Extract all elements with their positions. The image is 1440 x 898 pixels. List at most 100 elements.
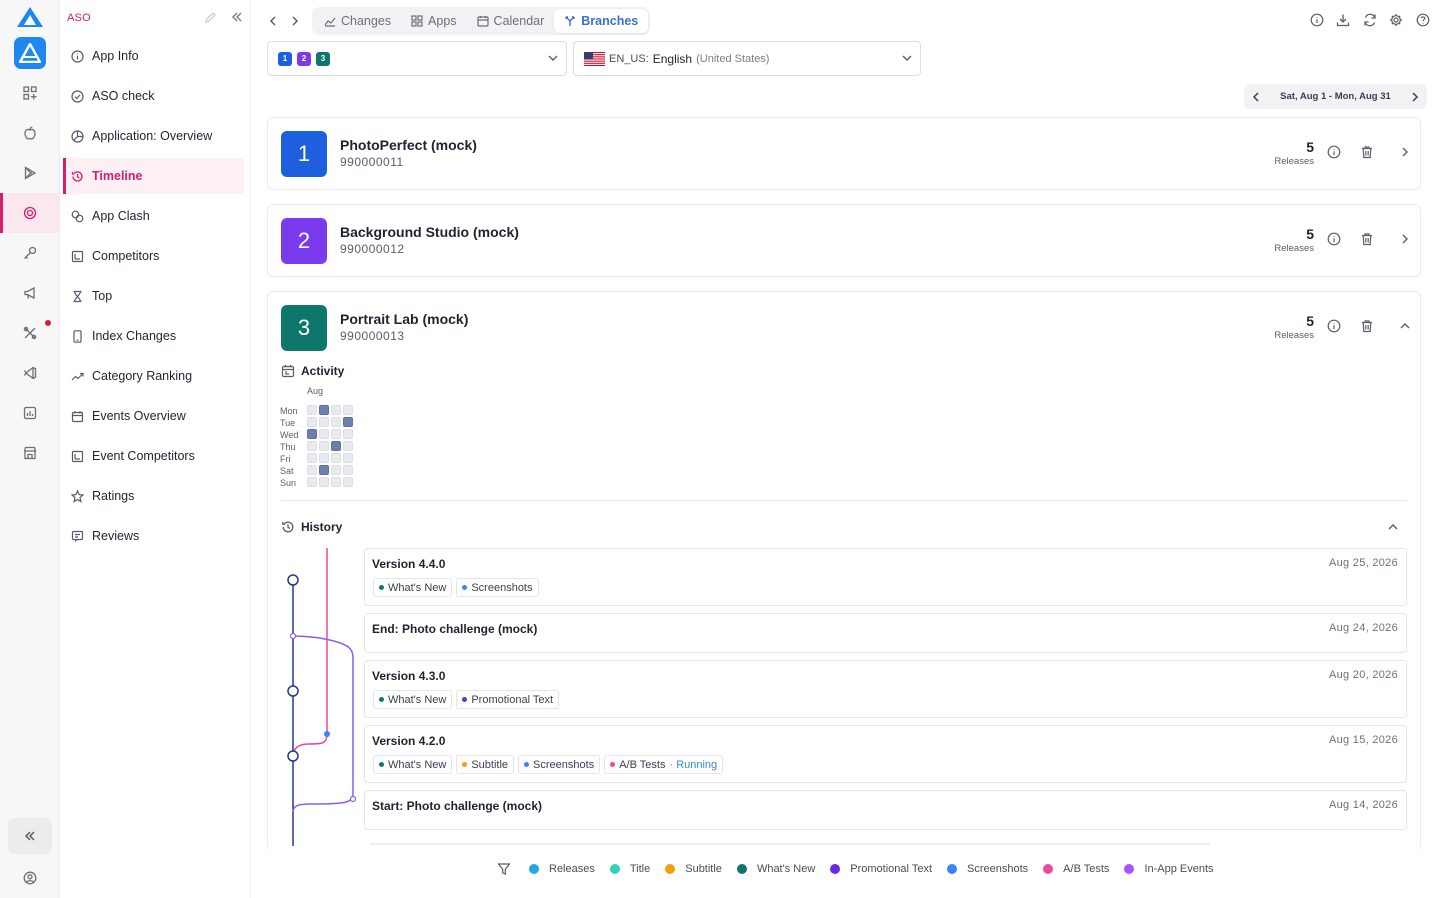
chevron-right-icon[interactable] [1398,145,1412,162]
sidebar-item-application-overview[interactable]: Application: Overview [64,118,240,154]
legend-item[interactable]: Releases [529,863,595,875]
activity-cell[interactable] [307,405,317,415]
activity-cell[interactable] [319,441,329,451]
activity-cell[interactable] [307,441,317,451]
sidebar-item-aso-check[interactable]: ASO check [64,78,240,114]
report-icon[interactable] [20,403,40,423]
legend-item[interactable]: In-App Events [1124,863,1214,875]
settings-gear-icon[interactable] [1383,10,1410,30]
sidebar-item-event-competitors[interactable]: Event Competitors [64,438,240,474]
activity-cell[interactable] [343,441,353,451]
activity-cell[interactable] [343,405,353,415]
activity-cell[interactable] [343,417,353,427]
activity-cell[interactable] [331,405,341,415]
apps-grid-icon[interactable] [20,83,40,103]
info-icon[interactable] [1327,145,1341,162]
sidebar-item-app-info[interactable]: App Info [64,38,240,74]
key-icon[interactable] [20,243,40,263]
download-icon[interactable] [1330,10,1357,30]
next-period-icon[interactable] [1409,91,1421,103]
activity-cell[interactable] [319,405,329,415]
activity-cell[interactable] [307,465,317,475]
tab-branches[interactable]: Branches [554,9,649,33]
history-event[interactable]: Version 4.2.0 Aug 15, 2026 What's New Su… [364,725,1407,783]
tools-icon[interactable] [20,323,40,343]
activity-cell[interactable] [319,429,329,439]
tab-apps[interactable]: Apps [401,9,467,33]
refresh-icon[interactable] [1357,10,1384,30]
back-icon[interactable] [262,9,284,33]
previous-period-icon[interactable] [1250,91,1262,103]
change-tag[interactable]: What's New [373,690,453,709]
activity-cell[interactable] [331,453,341,463]
legend-item[interactable]: Title [609,863,650,875]
activity-cell[interactable] [307,453,317,463]
forward-icon[interactable] [284,9,306,33]
chevron-up-icon[interactable] [1386,520,1400,537]
brand-logo-icon[interactable] [16,6,44,28]
sidebar-item-app-clash[interactable]: App Clash [64,198,240,234]
sidebar-item-events-overview[interactable]: Events Overview [64,398,240,434]
history-event[interactable]: End: Photo challenge (mock) Aug 24, 2026 [364,613,1407,653]
change-tag[interactable]: Screenshots [456,578,539,597]
tab-calendar[interactable]: Calendar [467,9,555,33]
chevron-up-icon[interactable] [1398,319,1412,336]
app-logo-icon[interactable] [14,37,46,69]
language-selector-dropdown[interactable]: EN_US: English (United States) [573,41,921,76]
activity-cell[interactable] [319,465,329,475]
trash-icon[interactable] [1360,232,1374,249]
activity-cell[interactable] [307,417,317,427]
history-event[interactable]: Version 4.4.0 Aug 25, 2026 What's New Sc… [364,548,1407,606]
activity-cell[interactable] [319,417,329,427]
target-icon[interactable] [20,203,40,223]
horizontal-scrollbar[interactable] [370,843,1210,845]
legend-item[interactable]: Screenshots [947,863,1028,875]
activity-cell[interactable] [307,477,317,487]
legend-item[interactable]: Promotional Text [830,863,932,875]
megaphone-icon[interactable] [20,283,40,303]
rail-collapse-button[interactable] [8,818,52,854]
sidebar-item-timeline[interactable]: Timeline [63,158,244,194]
chevron-right-icon[interactable] [1398,232,1412,249]
trash-icon[interactable] [1360,145,1374,162]
activity-cell[interactable] [343,453,353,463]
info-icon[interactable] [1304,10,1331,30]
activity-cell[interactable] [319,453,329,463]
store-icon[interactable] [20,443,40,463]
trash-icon[interactable] [1360,319,1374,336]
change-tag[interactable]: A/B Tests · Running [604,755,724,774]
sidebar-item-top[interactable]: Top [64,278,240,314]
activity-cell[interactable] [343,477,353,487]
play-store-icon[interactable] [20,163,40,183]
activity-cell[interactable] [331,417,341,427]
filter-icon[interactable] [497,862,511,876]
sidebar-item-reviews[interactable]: Reviews [64,518,240,554]
help-icon[interactable] [1410,10,1437,30]
activity-cell[interactable] [331,441,341,451]
activity-cell[interactable] [331,465,341,475]
activity-cell[interactable] [319,477,329,487]
info-icon[interactable] [1327,319,1341,336]
sidebar-item-category-ranking[interactable]: Category Ranking [64,358,240,394]
info-icon[interactable] [1327,232,1341,249]
history-event[interactable]: Start: Photo challenge (mock) Aug 14, 20… [364,790,1407,830]
vscode-icon[interactable] [20,363,40,383]
sidebar-item-index-changes[interactable]: Index Changes [64,318,240,354]
sidebar-collapse-icon[interactable] [230,10,244,27]
legend-item[interactable]: Subtitle [665,863,722,875]
sidebar-item-ratings[interactable]: Ratings [64,478,240,514]
legend-item[interactable]: A/B Tests [1043,863,1109,875]
user-account-icon[interactable] [20,868,40,888]
tab-changes[interactable]: Changes [314,9,401,33]
history-event[interactable]: Version 4.3.0 Aug 20, 2026 What's New Pr… [364,660,1407,718]
change-tag[interactable]: What's New [373,578,453,597]
date-range-label[interactable]: Sat, Aug 1 - Mon, Aug 31 [1280,91,1391,102]
activity-cell[interactable] [307,429,317,439]
activity-cell[interactable] [331,477,341,487]
activity-cell[interactable] [343,465,353,475]
activity-cell[interactable] [343,429,353,439]
change-tag[interactable]: Promotional Text [456,690,560,709]
sidebar-item-competitors[interactable]: Competitors [64,238,240,274]
change-tag[interactable]: Screenshots [518,755,601,774]
change-tag[interactable]: What's New [373,755,453,774]
